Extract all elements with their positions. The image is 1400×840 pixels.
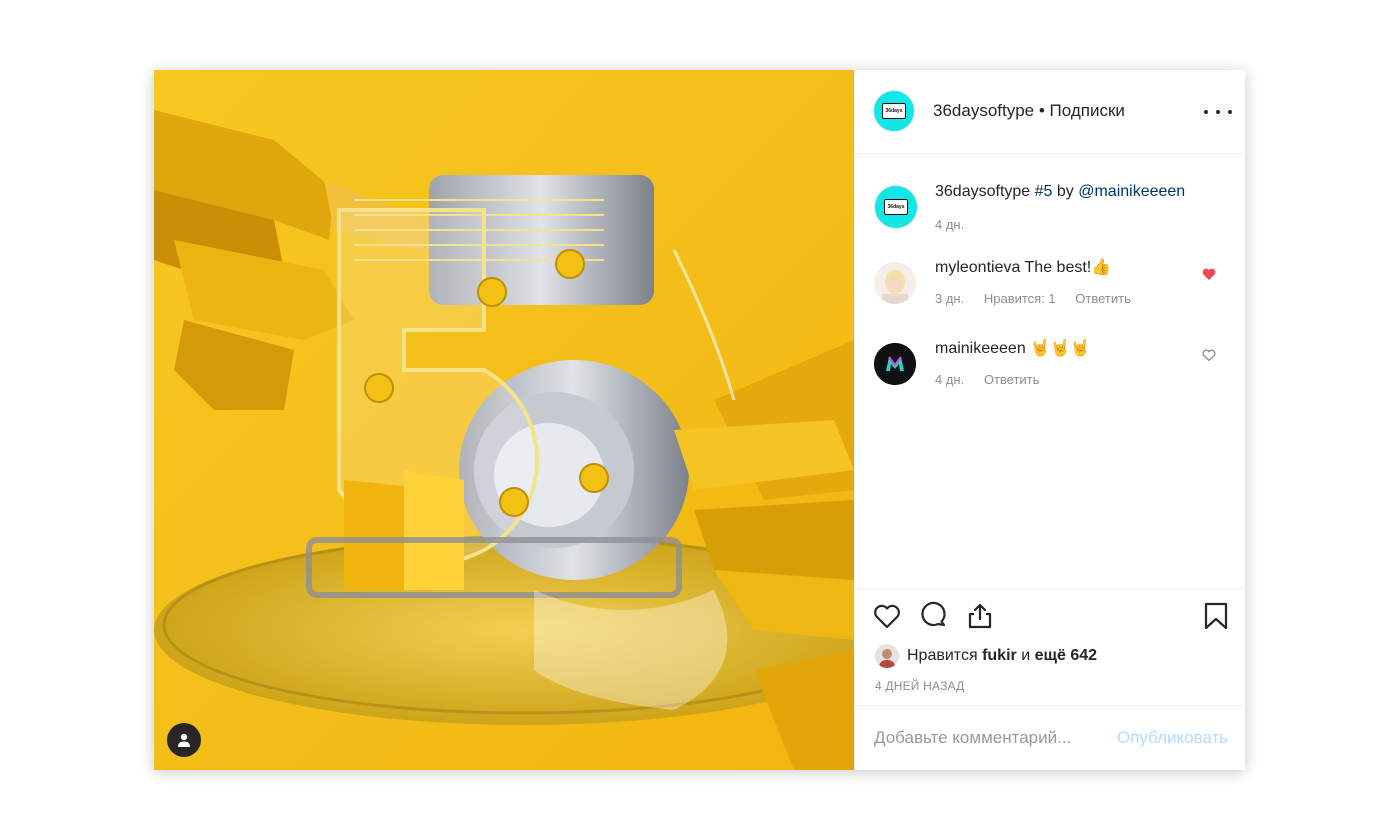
more-options-button[interactable]: [1204, 100, 1232, 124]
follow-status[interactable]: Подписки: [1050, 101, 1125, 120]
likes-summary: Нравится fukir и ещё 642: [875, 643, 1097, 669]
post-image[interactable]: [154, 70, 854, 770]
caption-time[interactable]: 4 дн.: [935, 217, 964, 232]
comment-meta: 3 дн. Нравится: 1 Ответить: [935, 291, 1147, 306]
post-card: 36days 36daysoftype • Подписки 36days 36…: [154, 70, 1246, 770]
more-icon-dot: [1216, 110, 1220, 114]
comment-avatar[interactable]: [874, 262, 916, 304]
comment-time[interactable]: 3 дн.: [935, 291, 964, 306]
caption-meta: 4 дн.: [935, 217, 980, 232]
add-comment-section: Опубликовать: [855, 705, 1246, 770]
avatar-logo: 36days: [884, 199, 908, 215]
more-icon: [1204, 110, 1208, 114]
likes-mid: и: [1021, 647, 1031, 664]
comment-username[interactable]: myleontieva: [935, 259, 1020, 276]
likes-prefix: Нравится: [907, 647, 978, 664]
comment-content: The best!👍: [1024, 259, 1112, 276]
likes-count[interactable]: ещё 642: [1035, 647, 1097, 665]
user-tag-button[interactable]: [167, 723, 201, 757]
liker-username[interactable]: fukir: [982, 647, 1017, 665]
bookmark-icon[interactable]: [1201, 601, 1231, 631]
post-timestamp[interactable]: 4 ДНЕЙ НАЗАД: [875, 679, 964, 693]
author-avatar[interactable]: 36days: [874, 91, 914, 131]
comment-text: mainikeeeen 🤘🤘🤘: [935, 338, 1090, 360]
post-image-artwork: [154, 70, 854, 770]
post-header: 36days 36daysoftype • Подписки: [855, 70, 1246, 154]
comment-likes[interactable]: Нравится: 1: [984, 291, 1056, 306]
publish-button[interactable]: Опубликовать: [1117, 728, 1228, 748]
reply-button[interactable]: Ответить: [984, 372, 1040, 387]
more-icon-dot: [1228, 110, 1232, 114]
caption-text: 36daysoftype #5 by @mainikeeeen: [935, 181, 1185, 203]
comment-like-heart-icon[interactable]: [1201, 347, 1217, 363]
avatar-logo: 36days: [882, 103, 906, 119]
caption-hashtag[interactable]: #5: [1035, 183, 1053, 200]
author-username[interactable]: 36daysoftype: [933, 101, 1034, 120]
caption-avatar[interactable]: 36days: [875, 186, 917, 228]
post-actions: Нравится fukir и ещё 642 4 ДНЕЙ НАЗАД: [855, 588, 1246, 705]
share-icon[interactable]: [965, 601, 995, 631]
comment-like-heart-icon[interactable]: [1201, 266, 1217, 282]
user-tag-icon: [178, 733, 190, 747]
post-sidebar: 36days 36daysoftype • Подписки 36days 36…: [854, 70, 1246, 770]
comment-time[interactable]: 4 дн.: [935, 372, 964, 387]
header-separator: •: [1034, 101, 1050, 120]
comment-text: myleontieva The best!👍: [935, 257, 1111, 279]
avatar-photo: [874, 343, 916, 385]
heart-icon[interactable]: [872, 601, 902, 631]
avatar-photo: [874, 262, 916, 304]
liker-avatar[interactable]: [875, 644, 899, 668]
caption-word: by: [1052, 183, 1079, 200]
liker-avatar-photo: [875, 644, 899, 668]
caption-username[interactable]: 36daysoftype: [935, 183, 1030, 200]
caption-mention[interactable]: @mainikeeeen: [1078, 183, 1185, 200]
comment-input[interactable]: [874, 724, 1104, 752]
comment-meta: 4 дн. Ответить: [935, 372, 1055, 387]
comment-username[interactable]: mainikeeeen: [935, 340, 1026, 357]
comment-icon[interactable]: [919, 601, 949, 631]
comment-avatar[interactable]: [874, 343, 916, 385]
comment-content: 🤘🤘🤘: [1030, 340, 1090, 357]
reply-button[interactable]: Ответить: [1075, 291, 1131, 306]
header-text: 36daysoftype • Подписки: [933, 101, 1125, 121]
